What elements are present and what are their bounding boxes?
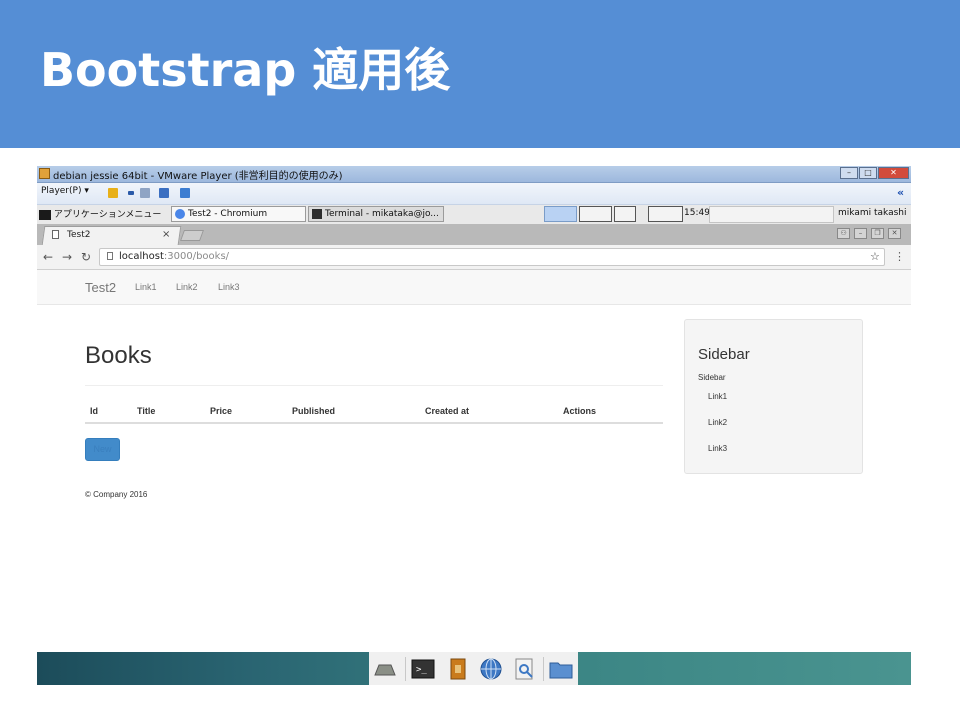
- dock-separator-2: [543, 657, 544, 681]
- clock: 15:49: [684, 208, 710, 218]
- web-page: Test2 Link1 Link2 Link3 Books Id Title P…: [37, 270, 911, 685]
- reload-icon[interactable]: ↻: [81, 250, 91, 264]
- sidebar-link-1[interactable]: Link1: [708, 392, 727, 401]
- chromium-close-button[interactable]: ✕: [888, 228, 901, 239]
- vmware-titlebar: debian jessie 64bit - VMware Player (非営利…: [37, 166, 911, 183]
- vmware-toolbar: Player(P) ▾ «: [37, 183, 911, 205]
- xfce-mouse-icon: [39, 209, 51, 220]
- forward-icon[interactable]: →: [62, 250, 72, 264]
- table-header-divider: [85, 422, 663, 424]
- nav-link-2[interactable]: Link2: [176, 282, 198, 292]
- chromium-minimize-button[interactable]: –: [854, 228, 867, 239]
- minimize-button[interactable]: –: [840, 167, 858, 179]
- terminal-launcher-icon-2[interactable]: [614, 206, 636, 222]
- page-info-icon[interactable]: [107, 252, 113, 260]
- star-icon[interactable]: ☆: [870, 250, 880, 263]
- profile-icon[interactable]: ⚇: [837, 228, 850, 239]
- chromium-icon: [175, 209, 185, 219]
- tab-title: Test2: [67, 230, 91, 240]
- footer: © Company 2016: [85, 490, 148, 499]
- column-header-price: Price: [210, 406, 233, 416]
- application-menu-label: アプリケーションメニュー: [53, 210, 162, 220]
- terminal-icon[interactable]: >_: [411, 657, 435, 681]
- folder-icon[interactable]: [549, 657, 573, 681]
- chevron-down-icon[interactable]: [128, 191, 134, 195]
- navbar: Test2 Link1 Link2 Link3: [37, 270, 911, 305]
- player-menu-button[interactable]: Player(P) ▾: [41, 186, 89, 196]
- sidebar-title: Sidebar: [698, 346, 750, 363]
- sidebar-link-2[interactable]: Link2: [708, 418, 727, 427]
- sidebar: Sidebar Sidebar Link1 Link2 Link3: [684, 319, 863, 474]
- new-tab-button[interactable]: [179, 230, 205, 241]
- navbar-brand[interactable]: Test2: [85, 280, 116, 295]
- application-menu[interactable]: アプリケーションメニュー: [39, 207, 161, 220]
- url-text[interactable]: localhost:3000/books/: [119, 251, 229, 262]
- menu-icon[interactable]: ⋮: [894, 250, 905, 263]
- workspace-icon[interactable]: [544, 206, 577, 222]
- chromium-restore-button[interactable]: ❐: [871, 228, 884, 239]
- close-button[interactable]: ✕: [878, 167, 909, 179]
- slide-title: Bootstrap 適用後: [40, 43, 451, 97]
- vmware-icon: [39, 168, 50, 179]
- unity-icon[interactable]: [180, 188, 190, 198]
- screenshot-frame: debian jessie 64bit - VMware Player (非営利…: [37, 166, 911, 685]
- terminal-launcher-icon-3[interactable]: [648, 206, 683, 222]
- terminal-launcher-icon[interactable]: [579, 206, 612, 222]
- tab-close-icon[interactable]: ×: [162, 229, 170, 240]
- desktop-icon[interactable]: [373, 657, 397, 681]
- vmware-window-title: debian jessie 64bit - VMware Player (非営利…: [53, 171, 343, 182]
- dock-launcher: [369, 652, 578, 685]
- maximize-button[interactable]: □: [859, 167, 877, 179]
- column-header-published: Published: [292, 406, 336, 416]
- xfce-panel: アプリケーションメニュー Test2 - Chromium Terminal -…: [37, 205, 911, 225]
- system-tray[interactable]: [709, 206, 834, 223]
- search-icon[interactable]: [513, 657, 537, 681]
- network-icon[interactable]: [140, 188, 150, 198]
- page-title: Books: [85, 342, 152, 369]
- url-host: localhost: [119, 251, 164, 262]
- terminal-icon: [312, 209, 322, 219]
- svg-text:>_: >_: [416, 665, 427, 675]
- nav-link-3[interactable]: Link3: [218, 282, 240, 292]
- task-chromium-label: Test2 - Chromium: [188, 209, 268, 219]
- column-header-created-at: Created at: [425, 406, 470, 416]
- dock-separator: [405, 657, 406, 681]
- task-chromium[interactable]: Test2 - Chromium: [171, 206, 306, 222]
- task-terminal[interactable]: Terminal - mikataka@jo...: [308, 206, 444, 222]
- new-book-button[interactable]: New: [85, 438, 120, 461]
- page-icon: [52, 230, 59, 239]
- globe-icon[interactable]: [479, 657, 503, 681]
- tab-test2[interactable]: [41, 226, 182, 245]
- collapse-icon[interactable]: «: [897, 186, 904, 199]
- task-terminal-label: Terminal - mikataka@jo...: [325, 209, 439, 219]
- fullscreen-icon[interactable]: [159, 188, 169, 198]
- nav-link-1[interactable]: Link1: [135, 282, 157, 292]
- user-name[interactable]: mikami takashi: [838, 208, 906, 218]
- divider: [85, 385, 663, 386]
- url-path: :3000/books/: [163, 251, 230, 262]
- sidebar-link-3[interactable]: Link3: [708, 444, 727, 453]
- sidebar-subtitle: Sidebar: [698, 373, 726, 382]
- back-icon[interactable]: ←: [43, 250, 53, 264]
- column-header-title: Title: [137, 406, 156, 416]
- pause-icon[interactable]: [108, 188, 118, 198]
- file-manager-icon[interactable]: [446, 657, 470, 681]
- column-header-id: Id: [90, 406, 98, 416]
- column-header-actions: Actions: [563, 406, 597, 416]
